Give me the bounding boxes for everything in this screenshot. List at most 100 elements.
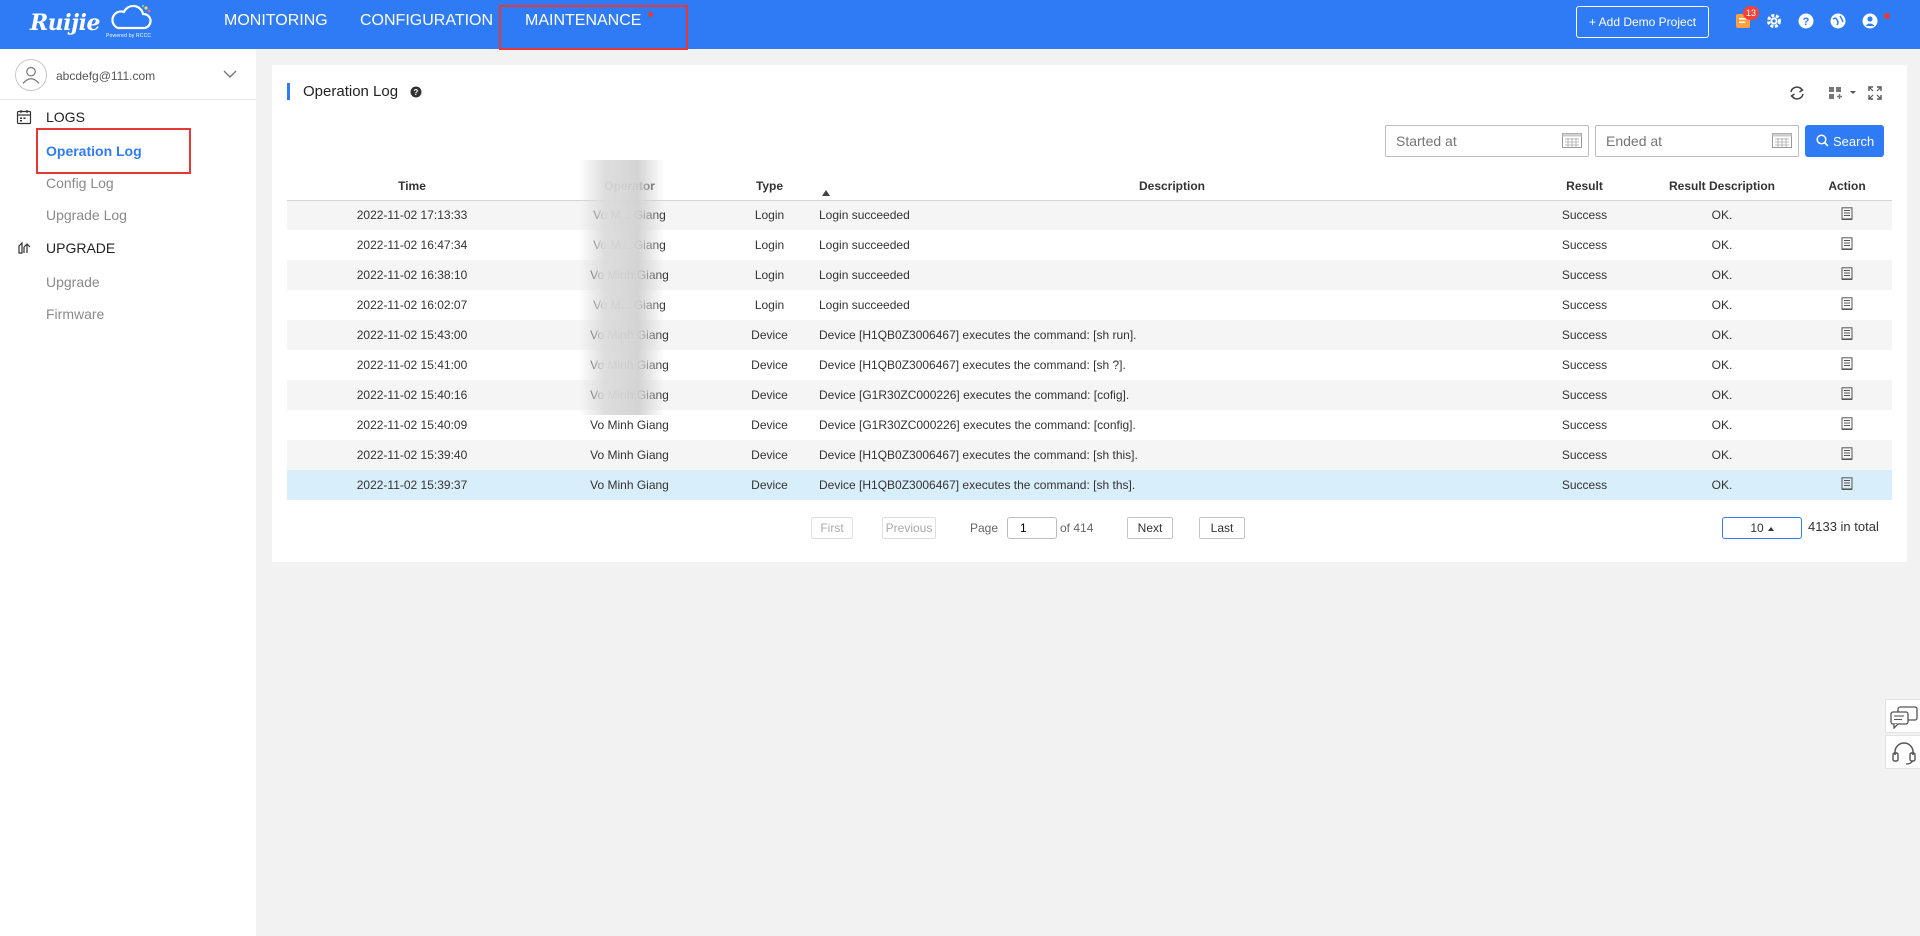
sidebar: abcdefg@111.com LOGS Operation Log Confi… [0, 49, 256, 936]
first-page-button[interactable]: First [811, 517, 853, 539]
table-row[interactable]: 2022-11-02 15:40:16 Vo Minh Giang Device De… [287, 380, 1892, 410]
support-tool[interactable] [1885, 735, 1920, 769]
table-row[interactable]: 2022-11-02 15:41:00 Vo Minh Giang Device De… [287, 350, 1892, 380]
sidebar-item-firmware[interactable]: Firmware [46, 306, 104, 322]
question-icon[interactable]: ? [410, 86, 422, 98]
page-size-select[interactable]: 10 [1722, 517, 1802, 539]
cell-result: Success [1527, 410, 1642, 440]
detail-icon[interactable] [1841, 267, 1853, 280]
cell-time: 2022-11-02 16:02:07 [287, 290, 537, 320]
user-icon[interactable] [1861, 12, 1879, 30]
cell-result: Success [1527, 200, 1642, 230]
nav-red-dot [648, 12, 653, 17]
total-count: 4133 in total [1808, 519, 1879, 534]
powered-by: Powered by RCCC [106, 33, 152, 39]
cell-action [1802, 260, 1892, 290]
cell-description: Login succeeded [817, 290, 1527, 320]
detail-icon[interactable] [1841, 327, 1853, 340]
cell-action [1802, 200, 1892, 230]
nav-configuration[interactable]: CONFIGURATION [360, 12, 493, 30]
column-header-result[interactable]: Result [1527, 173, 1642, 201]
cell-operator: Vo Minh Giang [537, 410, 722, 440]
cell-type: Device [722, 350, 817, 380]
sidebar-item-upgrade-log[interactable]: Upgrade Log [46, 207, 127, 223]
detail-icon[interactable] [1841, 297, 1853, 310]
table-row[interactable]: 2022-11-02 15:43:00 Vo Minh Giang Device De… [287, 320, 1892, 350]
search-button-label: Search [1833, 134, 1875, 149]
calendar-picker-icon[interactable] [1562, 133, 1582, 148]
search-button[interactable]: Search [1805, 125, 1884, 157]
column-header-time[interactable]: Time [287, 173, 537, 201]
ruijie-logo[interactable]: Ruijie Powered by RCCC [28, 4, 158, 42]
nav-maintenance-highlight [499, 5, 688, 50]
sidebar-item-config-log[interactable]: Config Log [46, 175, 114, 191]
detail-icon[interactable] [1841, 477, 1853, 490]
cell-result-description: OK. [1642, 290, 1802, 320]
last-page-button[interactable]: Last [1199, 517, 1245, 539]
detail-icon[interactable] [1841, 387, 1853, 400]
column-header-description[interactable]: Description [817, 173, 1527, 201]
column-header-type[interactable]: Type [722, 173, 817, 201]
gear-icon[interactable] [1765, 12, 1783, 30]
table-row[interactable]: 2022-11-02 16:02:07 Vo M... Giang Login Log… [287, 290, 1892, 320]
help-icon[interactable]: ? [1797, 12, 1815, 30]
cell-operator: Vo Minh Giang [537, 320, 722, 350]
column-header-result-description[interactable]: Result Description [1642, 173, 1802, 201]
globe-icon[interactable] [1829, 12, 1847, 30]
account-selector[interactable]: abcdefg@111.com [15, 59, 245, 93]
page-number-input[interactable] [1007, 517, 1057, 539]
cell-action [1802, 230, 1892, 260]
cell-result-description: OK. [1642, 410, 1802, 440]
cell-result: Success [1527, 470, 1642, 500]
table-row[interactable]: 2022-11-02 15:39:37 Vo Minh Giang Device De… [287, 470, 1892, 500]
operation-log-table: Time Operator Type Description Result Re… [287, 173, 1892, 500]
caret-up-icon [1767, 526, 1774, 531]
sort-caret-icon[interactable] [822, 190, 830, 196]
brand-name: Ruijie [30, 10, 100, 36]
table-row[interactable]: 2022-11-02 15:39:40 Vo Minh Giang Device De… [287, 440, 1892, 470]
page-size-value: 10 [1750, 521, 1764, 535]
cell-type: Login [722, 200, 817, 230]
account-email: abcdefg@111.com [56, 69, 156, 83]
operation-log-card: Operation Log ? Search [272, 65, 1907, 562]
table-row[interactable]: 2022-11-02 16:47:34 Vo M... Giang Login Log… [287, 230, 1892, 260]
calendar-picker-icon[interactable] [1772, 133, 1792, 148]
cell-operator: Vo Minh Giang [537, 470, 722, 500]
nav-monitoring[interactable]: MONITORING [224, 12, 328, 30]
detail-icon[interactable] [1841, 357, 1853, 370]
cell-operator: Vo M... Giang [537, 200, 722, 230]
headset-icon [1892, 742, 1916, 765]
column-header-operator[interactable]: Operator [537, 173, 722, 201]
detail-icon[interactable] [1841, 237, 1853, 250]
chat-tool[interactable] [1885, 699, 1920, 733]
detail-icon[interactable] [1841, 207, 1853, 221]
cell-result: Success [1527, 230, 1642, 260]
cell-result: Success [1527, 350, 1642, 380]
cell-operator: Vo Minh Giang [537, 350, 722, 380]
cell-action [1802, 470, 1892, 500]
next-page-button[interactable]: Next [1127, 517, 1173, 539]
table-row[interactable]: 2022-11-02 15:40:09 Vo Minh Giang Device De… [287, 410, 1892, 440]
cell-type: Device [722, 410, 817, 440]
refresh-icon[interactable] [1788, 85, 1806, 101]
ended-at-input[interactable] [1595, 125, 1799, 157]
fullscreen-icon[interactable] [1867, 85, 1883, 101]
detail-icon[interactable] [1841, 417, 1853, 430]
detail-icon[interactable] [1841, 447, 1853, 460]
previous-page-button[interactable]: Previous [882, 517, 936, 539]
table-row[interactable]: 2022-11-02 16:38:10 Vo Minh Giang Login Log… [287, 260, 1892, 290]
column-settings-icon[interactable] [1828, 85, 1858, 101]
cell-type: Device [722, 380, 817, 410]
cell-time: 2022-11-02 15:41:00 [287, 350, 537, 380]
table-body: 2022-11-02 17:13:33 Vo M... Giang Login Log… [287, 200, 1892, 500]
cell-result: Success [1527, 290, 1642, 320]
started-at-input[interactable] [1385, 125, 1589, 157]
table-row[interactable]: 2022-11-02 17:13:33 Vo M... Giang Login Log… [287, 200, 1892, 230]
sidebar-item-upgrade[interactable]: Upgrade [46, 274, 100, 290]
add-demo-project-button[interactable]: + Add Demo Project [1576, 6, 1709, 38]
cell-description: Login succeeded [817, 230, 1527, 260]
cell-action [1802, 290, 1892, 320]
chevron-down-icon[interactable] [223, 69, 237, 79]
cell-time: 2022-11-02 15:43:00 [287, 320, 537, 350]
cell-result: Success [1527, 320, 1642, 350]
